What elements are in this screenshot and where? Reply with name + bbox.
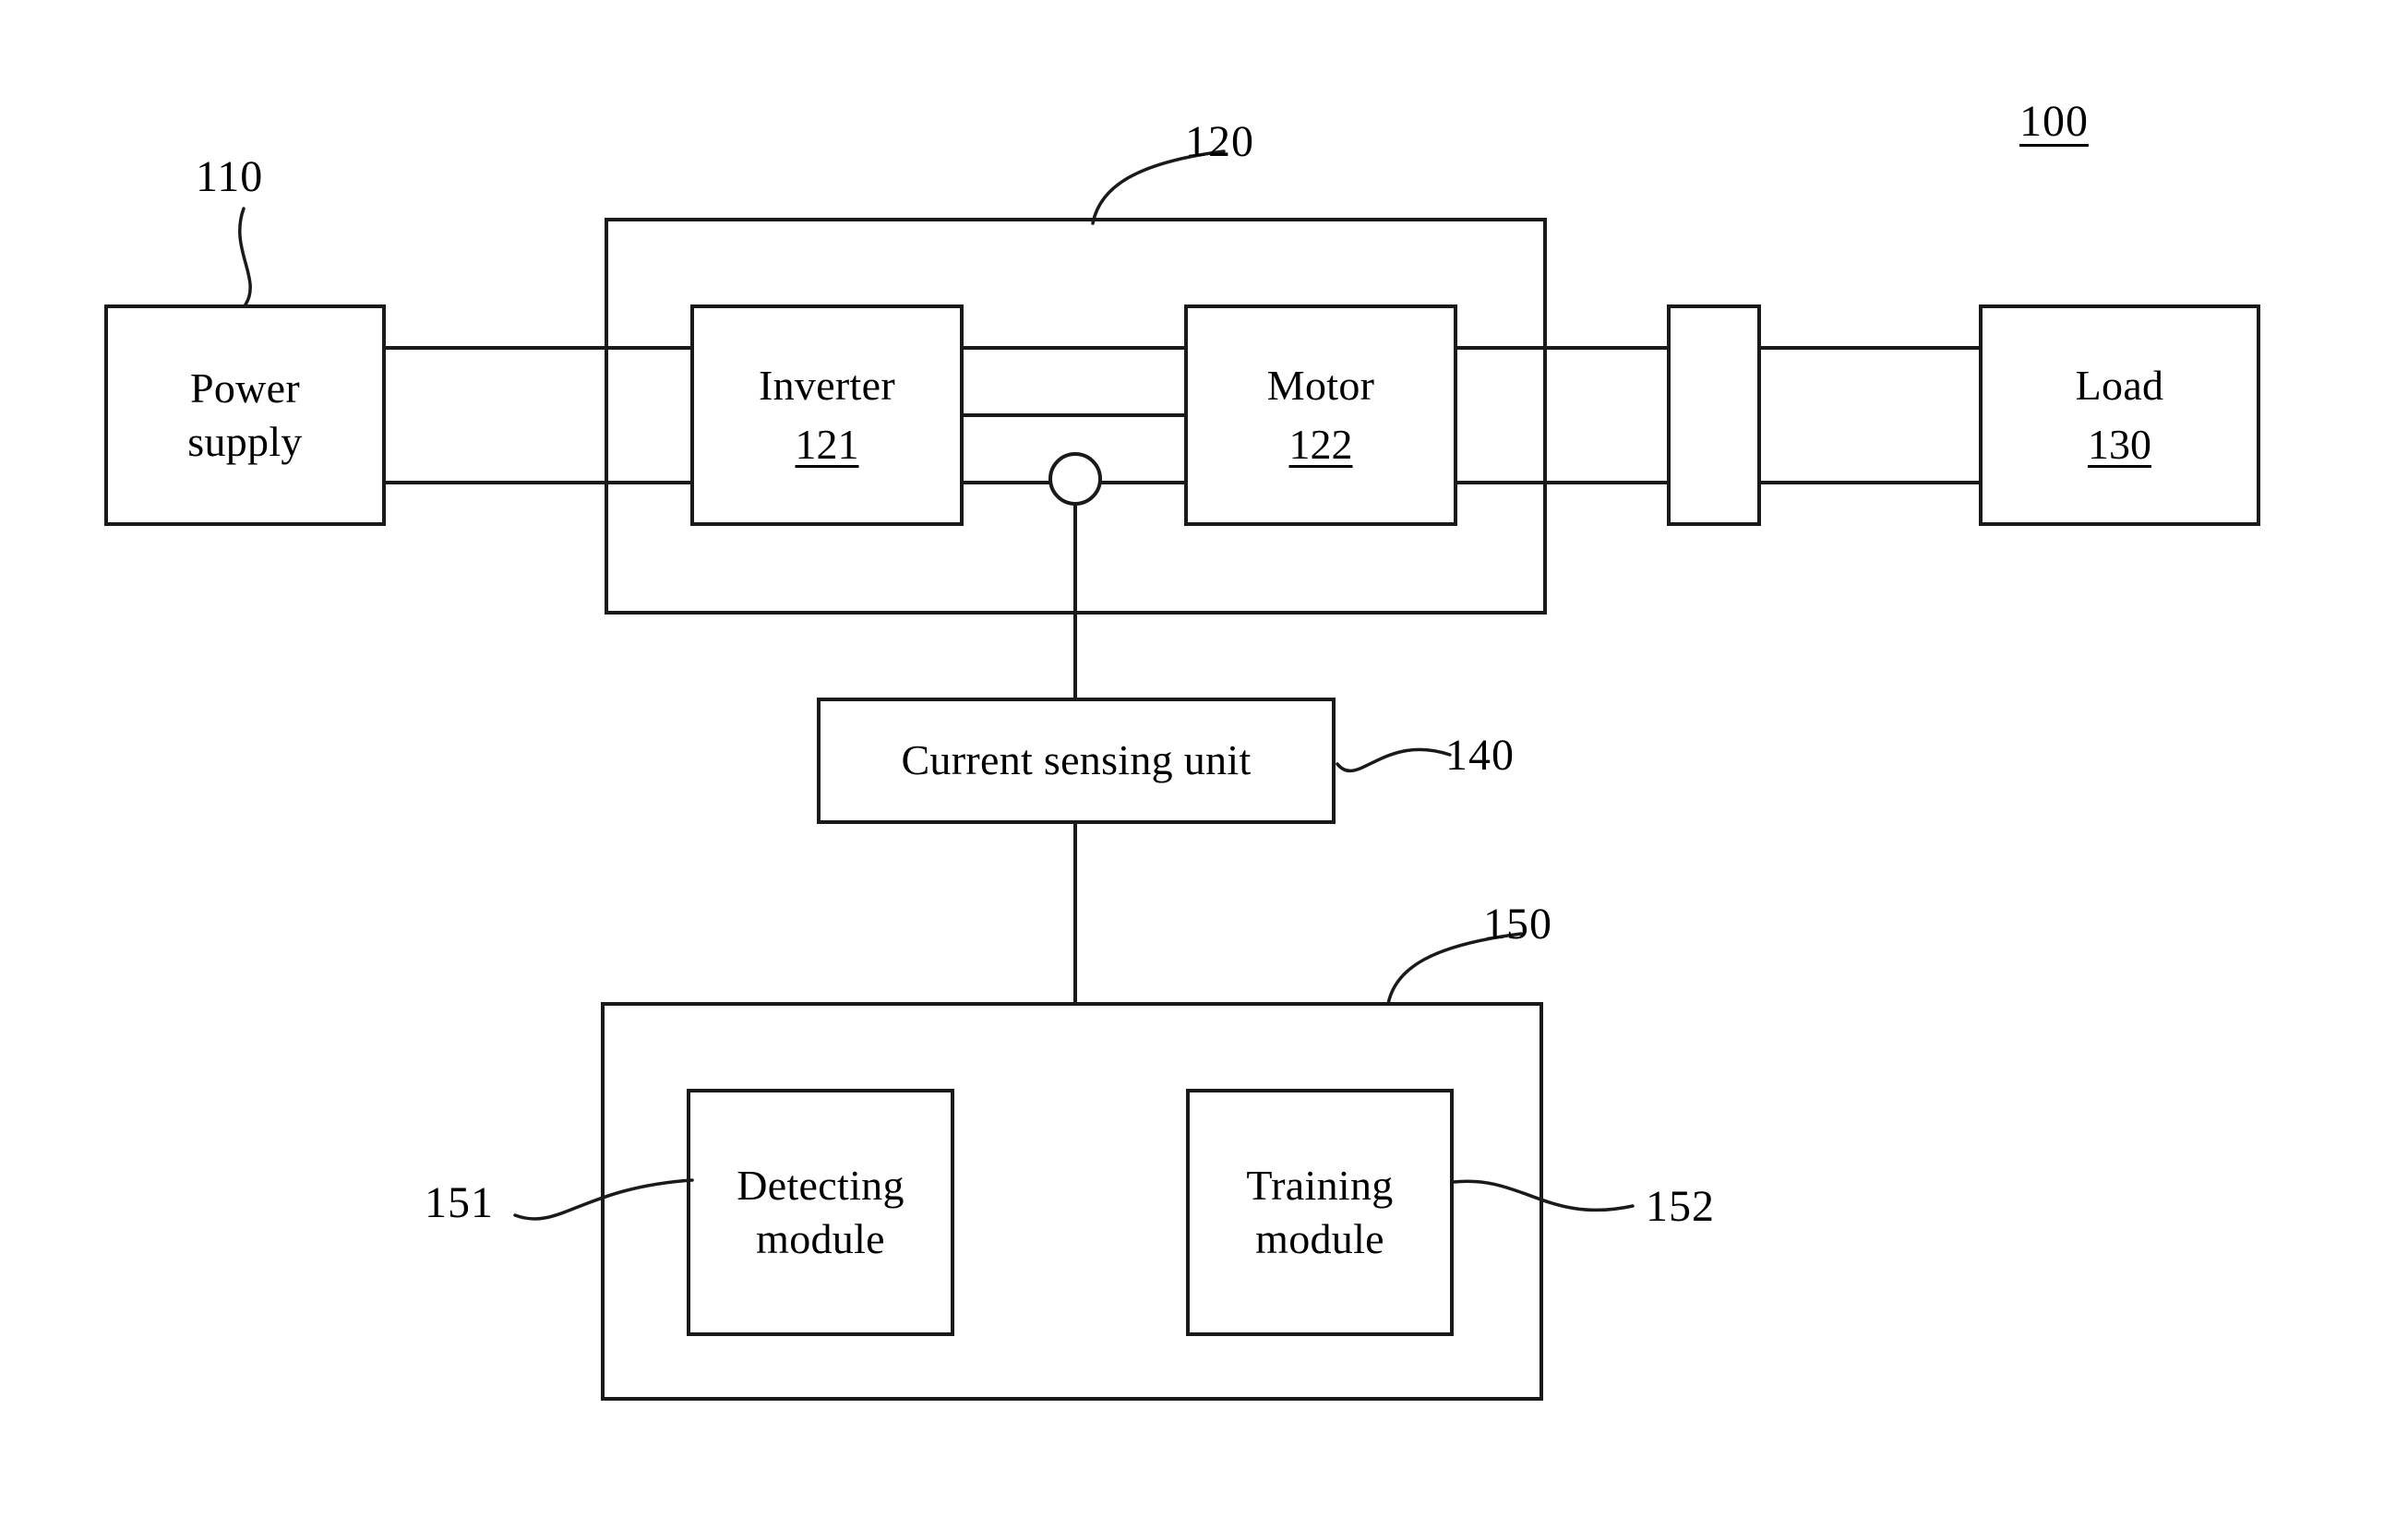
wire-motor-to-coupling-bottom	[1456, 481, 1669, 484]
load-label: Load	[2075, 361, 2164, 409]
block-inverter: Inverter 121	[690, 304, 964, 526]
ref-number-150: 150	[1483, 900, 1552, 949]
block-power-supply: Power supply	[104, 304, 386, 526]
wire-inverter-to-motor-u	[960, 346, 1186, 350]
leader-line-110	[238, 207, 252, 306]
detecting-module-label-line1: Detecting	[737, 1161, 904, 1209]
block-training-module: Training module	[1186, 1089, 1454, 1336]
wire-coupling-to-load-bottom	[1759, 481, 1981, 484]
ref-number-151: 151	[425, 1178, 494, 1227]
ref-number-140: 140	[1445, 731, 1515, 780]
block-coupling-unlabeled	[1667, 304, 1761, 526]
block-current-sensing-unit: Current sensing unit	[817, 698, 1336, 824]
wire-motor-to-coupling-top	[1456, 346, 1669, 350]
inverter-label: Inverter	[759, 361, 895, 409]
load-ref: 130	[2088, 421, 2151, 468]
detecting-module-label-line2: module	[756, 1215, 885, 1262]
block-load: Load 130	[1979, 304, 2260, 526]
wire-sensing-unit-to-controller	[1073, 824, 1077, 1002]
ref-number-120: 120	[1185, 117, 1254, 166]
wire-power-to-inverter-bottom	[382, 481, 696, 484]
inverter-ref: 121	[795, 421, 859, 468]
power-supply-label-line2: supply	[187, 418, 303, 465]
motor-label: Motor	[1266, 361, 1375, 409]
ref-number-100: 100	[2019, 97, 2089, 146]
wire-power-to-inverter-top	[382, 346, 696, 350]
ref-number-152: 152	[1646, 1182, 1715, 1231]
leader-line-140	[1336, 747, 1452, 773]
block-detecting-module: Detecting module	[687, 1089, 954, 1336]
wire-node-to-sensing-unit	[1073, 504, 1077, 698]
motor-ref: 122	[1288, 421, 1353, 468]
current-sense-node-circle	[1048, 452, 1102, 506]
block-motor: Motor 122	[1184, 304, 1457, 526]
power-supply-label-line1: Power	[189, 364, 301, 412]
patent-figure: 100 120 Power supply 110 Inverter 121 Mo…	[0, 0, 2408, 1516]
training-module-label-line1: Training	[1246, 1161, 1394, 1209]
wire-inverter-to-motor-v	[960, 413, 1186, 417]
current-sensing-unit-label: Current sensing unit	[901, 736, 1252, 784]
training-module-label-line2: module	[1255, 1215, 1384, 1262]
wire-coupling-to-load-top	[1759, 346, 1981, 350]
ref-number-110: 110	[196, 152, 264, 201]
